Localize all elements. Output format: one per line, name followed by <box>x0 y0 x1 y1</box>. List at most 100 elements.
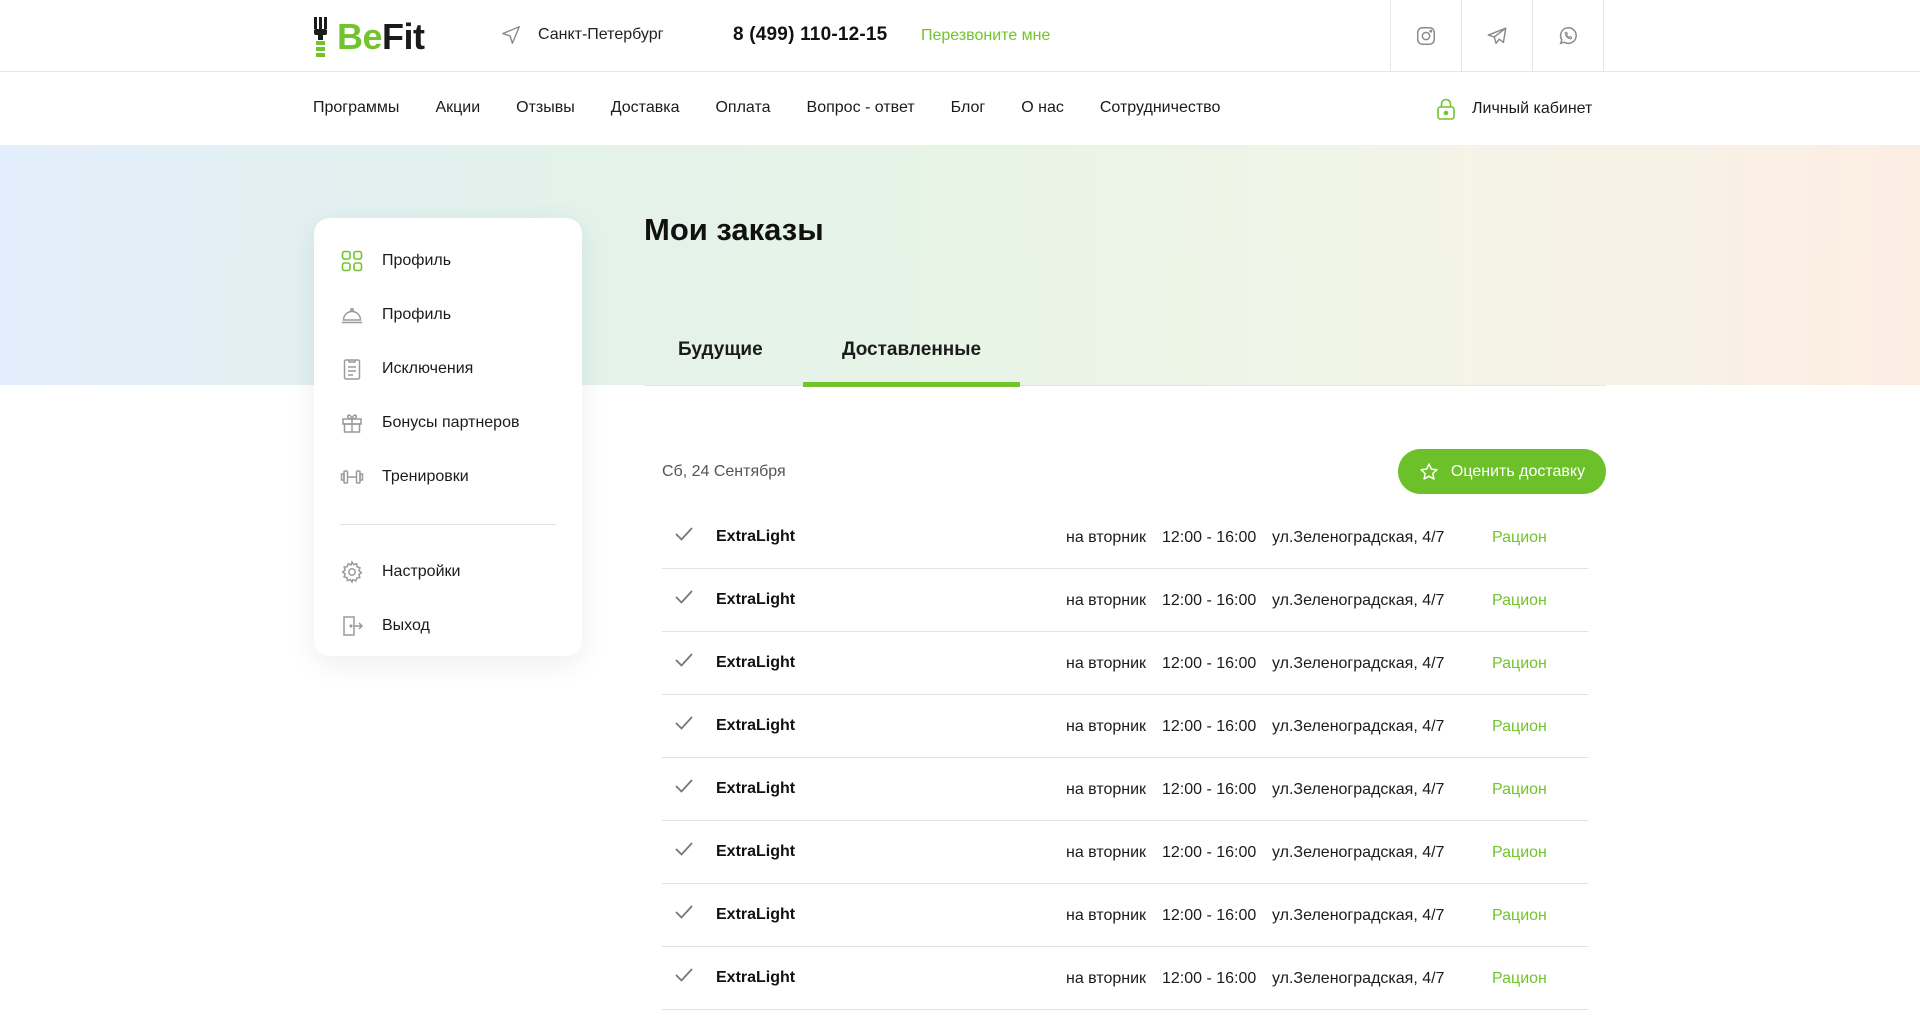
sidebar-item-profile[interactable]: Профиль <box>340 234 556 288</box>
ration-link[interactable]: Рацион <box>1492 781 1547 799</box>
main-nav-bar: Программы Акции Отзывы Доставка Оплата В… <box>0 72 1920 144</box>
ration-link[interactable]: Рацион <box>1492 655 1547 673</box>
order-row: ExtraLight на вторник 12:00 - 16:00 ул.З… <box>662 884 1588 947</box>
check-icon <box>675 968 693 982</box>
nav-payment[interactable]: Оплата <box>715 99 770 117</box>
tab-future[interactable]: Будущие <box>678 330 763 386</box>
ration-link[interactable]: Рацион <box>1492 844 1547 862</box>
instagram-icon <box>1417 27 1435 45</box>
order-date: Сб, 24 Сентября <box>662 463 786 480</box>
order-program: ExtraLight <box>716 717 796 734</box>
order-time: 12:00 - 16:00 <box>1162 655 1257 672</box>
gear-icon <box>341 560 363 584</box>
order-time: 12:00 - 16:00 <box>1162 781 1257 798</box>
sidebar-divider <box>340 524 556 525</box>
whatsapp-button[interactable] <box>1533 0 1604 72</box>
order-program: ExtraLight <box>716 969 796 986</box>
order-address: ул.Зеленоградская, 4/7 <box>1272 907 1445 924</box>
check-icon <box>675 716 693 730</box>
callback-link[interactable]: Перезвоните мне <box>921 27 1050 45</box>
nav-faq[interactable]: Вопрос - ответ <box>807 99 915 117</box>
sidebar-item-label: Профиль <box>382 252 452 269</box>
sidebar-item-workouts[interactable]: Тренировки <box>340 450 556 504</box>
clipboard-icon <box>343 359 361 380</box>
sidebar-item-logout[interactable]: Выход <box>340 599 556 653</box>
order-program: ExtraLight <box>716 528 796 545</box>
check-icon <box>675 779 693 793</box>
order-row: ExtraLight на вторник 12:00 - 16:00 ул.З… <box>662 758 1588 821</box>
sidebar-item-label: Настройки <box>382 563 461 580</box>
fork-logo-icon <box>314 17 327 57</box>
sidebar-item-partner-bonuses[interactable]: Бонусы партнеров <box>340 396 556 450</box>
nav-reviews[interactable]: Отзывы <box>516 99 575 117</box>
sidebar-item-label: Профиль <box>382 306 452 323</box>
nav-blog[interactable]: Блог <box>951 99 986 117</box>
order-day: на вторник <box>1066 529 1147 546</box>
order-address: ул.Зеленоградская, 4/7 <box>1272 655 1445 672</box>
logo-be: Be <box>337 16 383 57</box>
location-arrow-icon <box>502 26 520 44</box>
tab-delivered[interactable]: Доставленные <box>803 330 1020 387</box>
grid-icon <box>341 250 363 272</box>
nav-programs[interactable]: Программы <box>313 99 399 117</box>
order-time: 12:00 - 16:00 <box>1162 592 1257 609</box>
check-icon <box>675 527 693 541</box>
order-time: 12:00 - 16:00 <box>1162 529 1257 546</box>
order-day: на вторник <box>1066 592 1147 609</box>
telegram-icon <box>1487 27 1507 45</box>
order-address: ул.Зеленоградская, 4/7 <box>1272 781 1445 798</box>
sidebar-item-settings[interactable]: Настройки <box>340 545 556 599</box>
nav-about[interactable]: О нас <box>1021 99 1064 117</box>
ration-link[interactable]: Рацион <box>1492 907 1547 925</box>
city-selector[interactable]: Санкт-Петербург <box>500 24 663 46</box>
order-day: на вторник <box>1066 844 1147 861</box>
logo-text: BeFit <box>337 17 425 57</box>
ration-link[interactable]: Рацион <box>1492 529 1547 547</box>
account-sidebar: Профиль Профиль Исключения Бонусы партне… <box>314 218 582 656</box>
ration-link[interactable]: Рацион <box>1492 718 1547 736</box>
order-time: 12:00 - 16:00 <box>1162 718 1257 735</box>
order-day: на вторник <box>1066 655 1147 672</box>
check-icon <box>675 590 693 604</box>
order-day: на вторник <box>1066 970 1147 987</box>
order-row: ExtraLight на вторник 12:00 - 16:00 ул.З… <box>662 569 1588 632</box>
telegram-button[interactable] <box>1462 0 1533 72</box>
order-program: ExtraLight <box>716 906 796 923</box>
whatsapp-icon <box>1559 27 1577 45</box>
rate-delivery-label: Оценить доставку <box>1450 462 1586 480</box>
sidebar-item-profile-meals[interactable]: Профиль <box>340 288 556 342</box>
star-icon <box>1420 462 1438 480</box>
gift-icon <box>342 414 362 433</box>
nav-promotions[interactable]: Акции <box>435 99 480 117</box>
nav-delivery[interactable]: Доставка <box>611 99 680 117</box>
order-program: ExtraLight <box>716 780 796 797</box>
page-title: Мои заказы <box>644 212 824 247</box>
sidebar-item-label: Исключения <box>382 360 474 377</box>
personal-account-label: Личный кабинет <box>1472 100 1593 117</box>
order-program: ExtraLight <box>716 591 796 608</box>
phone-number[interactable]: 8 (499) 110-12-15 <box>733 24 887 46</box>
order-row: ExtraLight на вторник 12:00 - 16:00 ул.З… <box>662 632 1588 695</box>
sidebar-item-label: Выход <box>382 617 430 634</box>
check-icon <box>675 653 693 667</box>
sidebar-item-label: Тренировки <box>382 468 469 485</box>
order-address: ул.Зеленоградская, 4/7 <box>1272 592 1445 609</box>
order-row: ExtraLight на вторник 12:00 - 16:00 ул.З… <box>662 695 1588 758</box>
ration-link[interactable]: Рацион <box>1492 592 1547 610</box>
lock-icon <box>1437 98 1455 120</box>
instagram-button[interactable] <box>1391 0 1462 72</box>
order-row: ExtraLight на вторник 12:00 - 16:00 ул.З… <box>662 506 1588 569</box>
rate-delivery-button[interactable]: Оценить доставку <box>1398 449 1606 494</box>
logo[interactable]: BeFit <box>313 16 425 58</box>
order-address: ул.Зеленоградская, 4/7 <box>1272 718 1445 735</box>
ration-link[interactable]: Рацион <box>1492 970 1547 988</box>
nav-cooperation[interactable]: Сотрудничество <box>1100 99 1221 117</box>
sidebar-item-exclusions[interactable]: Исключения <box>340 342 556 396</box>
order-time: 12:00 - 16:00 <box>1162 907 1257 924</box>
order-time: 12:00 - 16:00 <box>1162 844 1257 861</box>
main-nav: Программы Акции Отзывы Доставка Оплата В… <box>313 72 1256 144</box>
order-address: ул.Зеленоградская, 4/7 <box>1272 844 1445 861</box>
sidebar-item-label: Бонусы партнеров <box>382 414 520 431</box>
personal-account-link[interactable]: Личный кабинет <box>1436 98 1592 120</box>
cloche-icon <box>342 307 362 324</box>
